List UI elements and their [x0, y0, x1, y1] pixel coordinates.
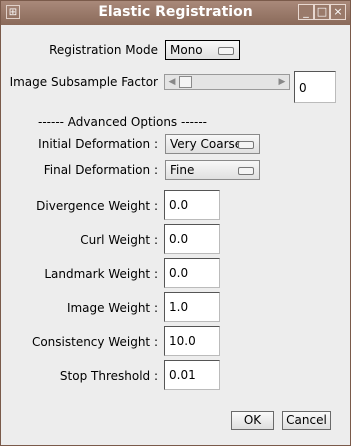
subsample-input[interactable]: 0 [294, 71, 336, 103]
registration-mode-value: Mono [170, 43, 203, 57]
minimize-icon[interactable]: _ [298, 4, 314, 20]
dropdown-icon [218, 47, 234, 55]
curl-weight-input[interactable]: 0.0 [164, 224, 220, 254]
stop-threshold-input[interactable]: 0.01 [164, 360, 220, 390]
image-weight-input[interactable]: 1.0 [164, 292, 220, 322]
advanced-options-header: ------ Advanced Options ------ [38, 115, 207, 129]
consistency-weight-input[interactable]: 10.0 [164, 326, 220, 356]
dropdown-icon [238, 141, 254, 149]
initial-deformation-select[interactable]: Very Coarse [165, 134, 260, 154]
registration-mode-select[interactable]: Mono [165, 40, 240, 60]
landmark-weight-input[interactable]: 0.0 [164, 258, 220, 288]
curl-weight-label: Curl Weight : [80, 233, 158, 247]
subsample-label: Image Subsample Factor [9, 75, 158, 89]
final-deformation-label: Final Deformation : [43, 163, 158, 177]
divergence-weight-input[interactable]: 0.0 [164, 190, 220, 220]
subsample-slider[interactable]: ◀ ▶ [164, 74, 290, 90]
scroll-right-icon[interactable]: ▶ [276, 76, 288, 88]
close-icon[interactable]: × [330, 4, 346, 20]
consistency-weight-label: Consistency Weight : [31, 335, 158, 349]
title-bar[interactable]: ⊞ Elastic Registration _ □ × [1, 1, 350, 25]
initial-deformation-label: Initial Deformation : [38, 137, 158, 151]
final-deformation-value: Fine [170, 163, 195, 177]
scroll-left-icon[interactable]: ◀ [166, 76, 178, 88]
registration-mode-label: Registration Mode [49, 43, 158, 57]
maximize-icon[interactable]: □ [314, 4, 330, 20]
landmark-weight-label: Landmark Weight : [44, 267, 158, 281]
slider-thumb[interactable] [179, 76, 192, 88]
ok-button[interactable]: OK [231, 411, 274, 430]
cancel-button[interactable]: Cancel [282, 411, 331, 430]
divergence-weight-label: Divergence Weight : [36, 199, 158, 213]
image-weight-label: Image Weight : [66, 301, 158, 315]
initial-deformation-value: Very Coarse [170, 137, 243, 151]
dropdown-icon [238, 167, 254, 175]
elastic-registration-dialog: ⊞ Elastic Registration _ □ × Registratio… [0, 0, 351, 446]
stop-threshold-label: Stop Threshold : [59, 369, 158, 383]
final-deformation-select[interactable]: Fine [165, 160, 260, 180]
